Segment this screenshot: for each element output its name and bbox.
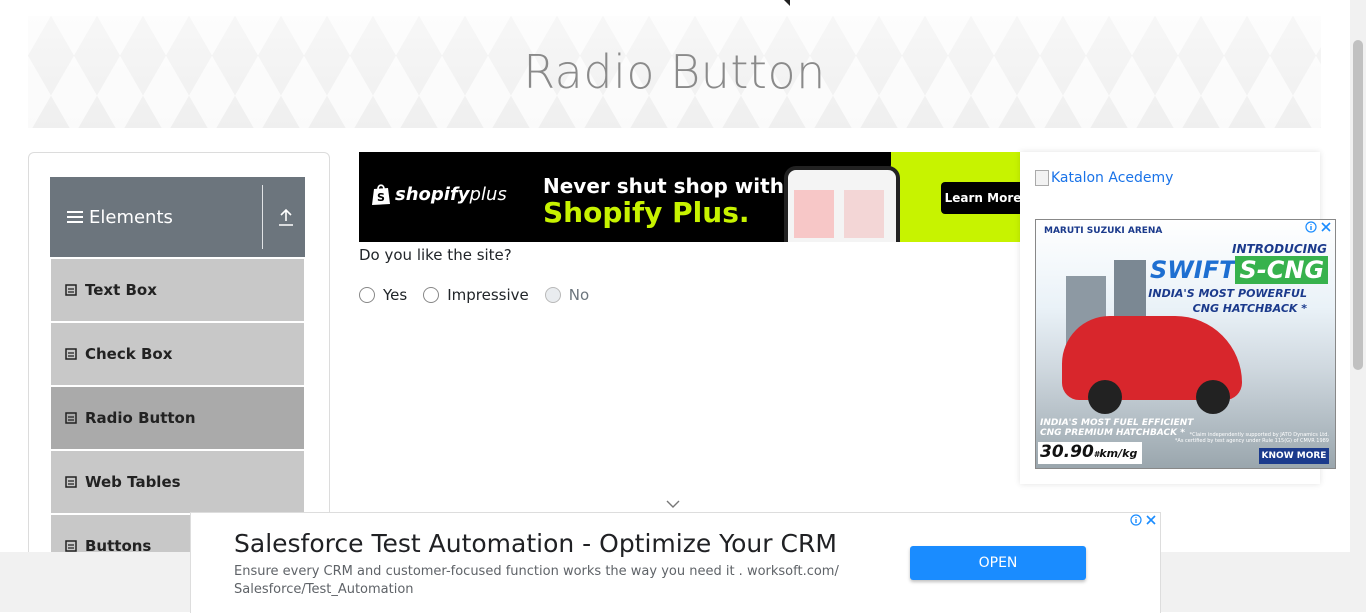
document-icon [65, 348, 77, 360]
sidebar-item-web-tables[interactable]: Web Tables [51, 451, 304, 513]
radio-group: Yes Impressive No [359, 286, 605, 304]
shopify-ad-banner[interactable]: S shopify plus Never shut shop with Shopi… [359, 152, 1020, 242]
sidebar: Elements Text Box Check Box Radio Button… [28, 152, 330, 574]
radio-impressive[interactable]: Impressive [423, 286, 529, 304]
menu-icon [67, 208, 83, 226]
shopping-bag-icon: S [372, 184, 390, 205]
sidebar-item-label: Web Tables [85, 473, 181, 491]
page-title: Radio Button [523, 45, 826, 99]
document-icon [65, 412, 77, 424]
broken-image-icon [1035, 170, 1049, 186]
document-icon [65, 540, 77, 552]
ad-disclaimer: *Claim independently supported by JATO D… [1174, 432, 1329, 444]
svg-text:S: S [377, 191, 385, 204]
divider [262, 185, 263, 249]
radio-circle[interactable] [423, 287, 440, 303]
sidebar-group-elements[interactable]: Elements [50, 177, 305, 257]
radio-circle [544, 287, 561, 303]
sidebar-item-label: Text Box [85, 281, 157, 299]
ad-model: SWIFT S-CNG [1150, 256, 1329, 284]
sidebar-item-label: Check Box [85, 345, 173, 363]
shopify-plus-logo: S shopify plus [371, 182, 507, 206]
ad-headline: Never shut shop with [543, 174, 784, 198]
page-banner: Radio Button [28, 16, 1321, 128]
document-icon [65, 284, 77, 296]
radio-label: No [568, 286, 590, 304]
radio-label[interactable]: Impressive [447, 286, 529, 304]
learn-more-button[interactable]: Learn More [941, 182, 1020, 214]
ad-headline[interactable]: Salesforce Test Automation - Optimize Yo… [234, 529, 837, 558]
sidebar-item-text-box[interactable]: Text Box [51, 259, 304, 321]
sidebar-group-title: Elements [89, 206, 173, 228]
sidebar-item-label: Radio Button [85, 409, 196, 427]
radio-no: No [544, 286, 590, 304]
chevron-down-icon[interactable] [666, 500, 680, 508]
question-text: Do you like the site? [359, 246, 512, 264]
sidebar-item-radio-button[interactable]: Radio Button [51, 387, 304, 449]
ad-close-icon[interactable] [1145, 514, 1157, 526]
ad-info-icon[interactable] [1130, 514, 1142, 526]
ad-description: Ensure every CRM and customer-focused fu… [234, 564, 839, 597]
scrollbar[interactable] [1350, 0, 1366, 552]
radio-label[interactable]: Yes [383, 286, 407, 304]
document-icon [65, 476, 77, 488]
ad-brand: MARUTI SUZUKI ARENA [1044, 226, 1163, 236]
open-button[interactable]: OPEN [910, 546, 1086, 580]
ad-fuel-claim: INDIA'S MOST FUEL EFFICIENT CNG PREMIUM H… [1040, 418, 1194, 438]
ad-headline-accent: Shopify Plus. [543, 196, 750, 229]
katalon-ad-link[interactable]: Katalon Acedemy [1035, 170, 1173, 186]
sidebar-item-check-box[interactable]: Check Box [51, 323, 304, 385]
know-more-button[interactable]: KNOW MORE [1259, 448, 1329, 464]
radio-yes[interactable]: Yes [359, 286, 407, 304]
maruti-ad[interactable]: MARUTI SUZUKI ARENA INTRODUCING SWIFT S-C… [1035, 219, 1336, 469]
ad-mileage: 30.90 # km/kg [1038, 442, 1142, 464]
collapse-up-icon[interactable] [278, 207, 294, 227]
ad-info-icon[interactable] [1305, 221, 1317, 233]
radio-circle[interactable] [359, 287, 375, 303]
ad-close-icon[interactable] [1320, 221, 1332, 233]
ad-intro: INTRODUCING [1231, 242, 1327, 256]
bottom-ad[interactable]: Salesforce Test Automation - Optimize Yo… [190, 512, 1161, 613]
scrollbar-thumb[interactable] [1353, 40, 1363, 370]
ad-tagline: INDIA'S MOST POWERFUL CNG HATCHBACK * [1148, 287, 1307, 315]
phone-illustration [784, 166, 900, 242]
caret-icon [784, 0, 790, 6]
